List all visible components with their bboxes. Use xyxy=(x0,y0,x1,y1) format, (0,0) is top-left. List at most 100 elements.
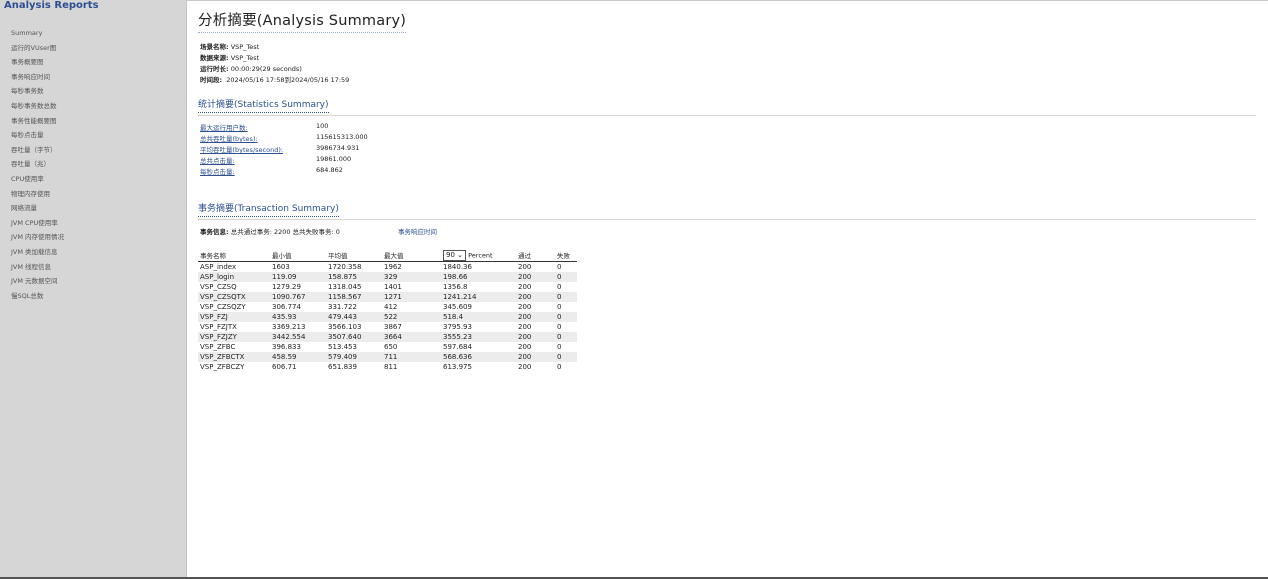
info-value: VSP_Test xyxy=(230,43,260,51)
cell-fail: 0 xyxy=(555,312,577,322)
sidebar-item-total-transactions-per-second[interactable]: 每秒事务数总数 xyxy=(11,99,64,114)
cell-percentile: 1840.36 xyxy=(443,263,472,271)
info-value: 2024/05/16 17:58到2024/05/16 17:59 xyxy=(226,76,350,84)
cell-min: 458.59 xyxy=(270,352,326,362)
cell-pass: 200 xyxy=(516,312,555,322)
cell-pass: 200 xyxy=(518,303,532,311)
time-period-line: 时间段: 2024/05/16 17:58到2024/05/16 17:59 xyxy=(200,74,349,84)
stat-label-link[interactable]: 总共点击量: xyxy=(200,155,235,165)
cell-min: 1090.767 xyxy=(270,292,326,302)
cell-percentile: 1241.214 xyxy=(441,292,516,302)
header-percentile: 90 ⌄ Percent xyxy=(441,249,516,262)
cell-fail: 0 xyxy=(557,343,562,351)
cell-name: ASP_index xyxy=(200,263,237,271)
sidebar-item-jvm-class-loading[interactable]: JVM 类加载信息 xyxy=(11,245,64,260)
cell-percentile: 3795.93 xyxy=(443,323,472,331)
stat-label-link[interactable]: 每秒点击量: xyxy=(200,166,235,176)
sidebar-item-jvm-memory[interactable]: JVM 内存使用情况 xyxy=(11,230,64,245)
sidebar-item-transaction-response-time[interactable]: 事务响应时间 xyxy=(11,70,64,85)
sidebar-item-hits-per-second[interactable]: 每秒点击量 xyxy=(11,128,64,143)
chevron-down-icon: ⌄ xyxy=(457,250,464,259)
cell-fail: 0 xyxy=(557,263,562,271)
table-row: ASP_login 119.09 158.875 329 198.66 200 0 xyxy=(198,272,577,282)
cell-pass: 200 xyxy=(516,352,555,362)
cell-max: 1401 xyxy=(384,283,402,291)
cell-fail: 0 xyxy=(555,272,577,282)
cell-min: 435.93 xyxy=(270,312,326,322)
header-min: 最小值 xyxy=(270,249,326,262)
sidebar-item-physical-memory[interactable]: 物理内存使用 xyxy=(11,187,64,202)
cell-pass: 200 xyxy=(518,343,532,351)
sidebar-item-throughput-bytes[interactable]: 吞吐量（字节） xyxy=(11,143,64,158)
main-content: 分析摘要(Analysis Summary) 场景名称: VSP_Test 数据… xyxy=(198,0,1258,575)
table-header-row: 事务名称 最小值 平均值 最大值 90 ⌄ Percent 通过 失败 xyxy=(198,249,577,262)
stat-value: 19861.000 xyxy=(316,155,352,163)
sidebar-item-throughput-mb[interactable]: 吞吐量（兆） xyxy=(11,157,64,172)
cell-fail: 0 xyxy=(555,292,577,302)
cell-min: 396.833 xyxy=(272,343,301,351)
cell-max: 3664 xyxy=(382,332,441,342)
sidebar-item-cpu-usage[interactable]: CPU使用率 xyxy=(11,172,64,187)
sidebar-item-jvm-cpu[interactable]: JVM CPU使用率 xyxy=(11,216,64,231)
sidebar-item-summary[interactable]: Summary xyxy=(11,26,64,41)
cell-fail: 0 xyxy=(557,303,562,311)
info-label: 场景名称: xyxy=(200,43,229,51)
sidebar-item-network-traffic[interactable]: 网络流量 xyxy=(11,201,64,216)
cell-name: VSP_ZFBCTX xyxy=(198,352,270,362)
sidebar-item-jvm-metaspace[interactable]: JVM 元数据空间 xyxy=(11,274,64,289)
stat-value: 100 xyxy=(316,122,329,130)
cell-name: VSP_CZSQTX xyxy=(198,292,270,302)
table-row: VSP_FZJZY 3442.554 3507.640 3664 3555.23 200 0 xyxy=(198,332,577,342)
cell-max: 522 xyxy=(382,312,441,322)
transaction-response-time-link[interactable]: 事务响应时间 xyxy=(398,226,437,236)
sidebar: Analysis Reports Summary 运行的VUser图 事务概要图… xyxy=(0,0,187,577)
cell-pass: 200 xyxy=(518,323,532,331)
info-label: 运行时长: xyxy=(200,65,229,73)
table-row: VSP_ZFBCZY 606.71 651.839 811 613.975 200 0 xyxy=(198,362,577,372)
sidebar-item-transactions-per-second[interactable]: 每秒事务数 xyxy=(11,84,64,99)
cell-avg: 1720.358 xyxy=(328,263,362,271)
cell-fail: 0 xyxy=(557,363,562,371)
transaction-summary-heading: 事务摘要(Transaction Summary) xyxy=(198,201,339,217)
stat-label-link[interactable]: 平均吞吐量(bytes/second): xyxy=(200,144,283,154)
sidebar-item-slow-sql[interactable]: 慢SQL总数 xyxy=(11,289,64,304)
sidebar-item-jvm-threads[interactable]: JVM 线程信息 xyxy=(11,260,64,275)
statistics-summary-heading: 统计摘要(Statistics Summary) xyxy=(198,97,329,113)
cell-name: VSP_CZSQ xyxy=(200,283,237,291)
cell-name: VSP_ZFBCZY xyxy=(200,363,245,371)
cell-pass: 200 xyxy=(518,283,532,291)
cell-min: 3369.213 xyxy=(272,323,306,331)
header-pass: 通过 xyxy=(516,249,555,262)
transaction-info: 事务信息: 总共通过事务: 2200 总共失败事务: 0 xyxy=(200,226,340,236)
table-row: VSP_ZFBCTX 458.59 579.409 711 568.636 200 0 xyxy=(198,352,577,362)
data-source-line: 数据来源: VSP_Test xyxy=(200,52,259,62)
table-row: VSP_CZSQ 1279.29 1318.045 1401 1356.8 200 0 xyxy=(198,282,577,292)
sidebar-item-transaction-summary-graph[interactable]: 事务概要图 xyxy=(11,55,64,70)
cell-name: VSP_CZSQZY xyxy=(200,303,246,311)
transaction-table: 事务名称 最小值 平均值 最大值 90 ⌄ Percent 通过 失败 ASP_… xyxy=(198,249,577,372)
cell-percentile: 3555.23 xyxy=(441,332,516,342)
cell-name: VSP_ZFBC xyxy=(200,343,236,351)
app-title[interactable]: Analysis Reports xyxy=(4,0,99,11)
cell-fail: 0 xyxy=(555,352,577,362)
table-row: VSP_ZFBC 396.833 513.453 650 597.684 200 0 xyxy=(198,342,577,352)
percentile-label: Percent xyxy=(468,251,493,259)
cell-min: 119.09 xyxy=(270,272,326,282)
sidebar-nav: Summary 运行的VUser图 事务概要图 事务响应时间 每秒事务数 每秒事… xyxy=(11,25,64,303)
stat-label-link[interactable]: 最大运行用户数: xyxy=(200,122,248,132)
table-row: VSP_CZSQZY 306.774 331.722 412 345.609 200 0 xyxy=(198,302,577,312)
cell-percentile: 568.636 xyxy=(441,352,516,362)
cell-avg: 1158.567 xyxy=(326,292,382,302)
cell-percentile: 1356.8 xyxy=(443,283,468,291)
table-row: VSP_FZJTX 3369.213 3566.103 3867 3795.93 200 0 xyxy=(198,322,577,332)
page-title: 分析摘要(Analysis Summary) xyxy=(198,9,407,33)
cell-percentile: 198.66 xyxy=(441,272,516,282)
cell-name: VSP_FZJTX xyxy=(200,323,237,331)
cell-fail: 0 xyxy=(557,283,562,291)
sidebar-item-running-vusers[interactable]: 运行的VUser图 xyxy=(11,41,64,56)
sidebar-item-transaction-performance-summary[interactable]: 事务性能概要图 xyxy=(11,114,64,129)
percentile-select[interactable]: 90 ⌄ xyxy=(443,249,467,261)
cell-max: 1271 xyxy=(382,292,441,302)
cell-max: 650 xyxy=(384,343,398,351)
stat-label-link[interactable]: 总共吞吐量(bytes): xyxy=(200,133,258,143)
